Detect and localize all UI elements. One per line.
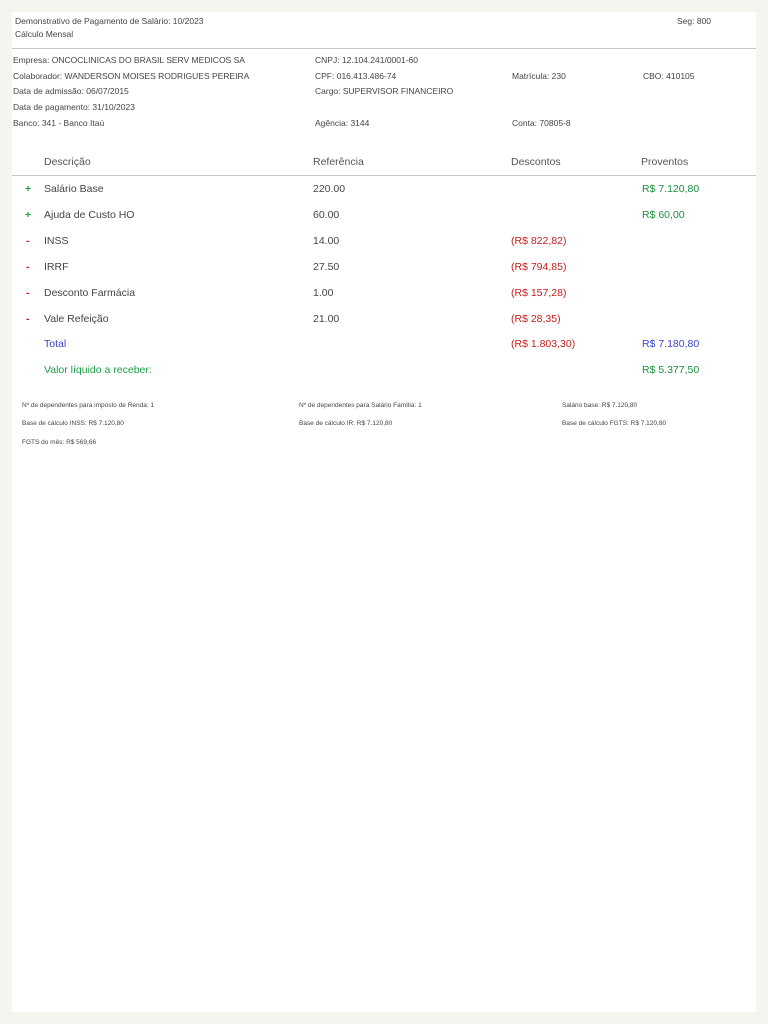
plus-sign: + <box>25 183 32 195</box>
row-descricao: Ajuda de Custo HO <box>44 209 135 221</box>
row-descricao: Vale Refeição <box>44 313 109 325</box>
cnpj: CNPJ: 12.104.241/0001-60 <box>315 55 419 65</box>
data-pagamento: Data de pagamento: 31/10/2023 <box>13 102 135 112</box>
data-admissao: Data de admissão: 06/07/2015 <box>13 86 129 96</box>
row-descontos: (R$ 794,85) <box>511 261 567 273</box>
row-descricao: Salário Base <box>44 183 104 195</box>
row-descricao: Desconto Farmácia <box>44 287 136 299</box>
minus-sign: - <box>26 287 30 299</box>
colaborador: Colaborador: WANDERSON MOISES RODRIGUES … <box>13 71 250 81</box>
document-title: Demonstrativo de Pagamento de Salário: 1… <box>15 16 204 26</box>
matricula: Matrícula: 230 <box>512 71 566 81</box>
agencia: Agência: 3144 <box>315 118 370 128</box>
header-descricao: Descrição <box>44 156 91 168</box>
header-proventos: Proventos <box>641 156 689 168</box>
header-divider <box>12 48 756 49</box>
row-referencia: 60.00 <box>313 209 340 221</box>
minus-sign: - <box>26 235 30 247</box>
document-subtitle: Cálculo Mensal <box>15 29 74 39</box>
total-descontos: (R$ 1.803,30) <box>511 338 576 350</box>
plus-sign: + <box>25 209 32 221</box>
row-referencia: 27.50 <box>313 261 340 273</box>
base-ir: Base de cálculo IR: R$ 7.120,80 <box>299 420 393 427</box>
row-referencia: 1.00 <box>313 287 334 299</box>
seg-label: Seg: 800 <box>677 16 712 26</box>
dependentes-ir: Nº de dependentes para imposto de Renda:… <box>22 402 155 409</box>
fgts-mes: FGTS do mês: R$ 569,66 <box>22 439 97 446</box>
row-descontos: (R$ 157,28) <box>511 287 567 299</box>
conta: Conta: 70805-8 <box>512 118 571 128</box>
net-pay-label: Valor líquido a receber: <box>44 364 152 376</box>
cargo: Cargo: SUPERVISOR FINANCEIRO <box>315 86 454 96</box>
banco: Banco: 341 - Banco Itaú <box>13 118 105 128</box>
empresa: Empresa: ONCOCLINICAS DO BRASIL SERV MED… <box>13 55 245 65</box>
row-descontos: (R$ 822,82) <box>511 235 567 247</box>
minus-sign: - <box>26 313 30 325</box>
row-descricao: INSS <box>44 235 69 247</box>
row-proventos: R$ 7.120,80 <box>642 183 700 195</box>
table-header-divider <box>12 175 756 176</box>
payslip-page: Demonstrativo de Pagamento de Salário: 1… <box>12 12 756 1012</box>
cpf: CPF: 016.413.486-74 <box>315 71 397 81</box>
net-pay-value: R$ 5.377,50 <box>642 364 700 376</box>
dependentes-salario-familia: Nº de dependentes para Salário Família: … <box>299 402 422 409</box>
row-proventos: R$ 60,00 <box>642 209 685 221</box>
minus-sign: - <box>26 261 30 273</box>
row-descricao: IRRF <box>44 261 69 273</box>
salario-base: Salário base: R$ 7.120,80 <box>562 402 638 409</box>
base-fgts: Base de cálculo FGTS: R$ 7.120,80 <box>562 420 667 427</box>
row-referencia: 14.00 <box>313 235 340 247</box>
row-descontos: (R$ 28,35) <box>511 313 561 325</box>
header-referencia: Referência <box>313 156 364 168</box>
total-proventos: R$ 7.180,80 <box>642 338 700 350</box>
cbo: CBO: 410105 <box>643 71 695 81</box>
total-label: Total <box>44 338 67 350</box>
base-inss: Base de cálculo INSS: R$ 7.120,80 <box>22 420 124 427</box>
header-descontos: Descontos <box>511 156 561 168</box>
row-referencia: 220.00 <box>313 183 346 195</box>
row-referencia: 21.00 <box>313 313 340 325</box>
